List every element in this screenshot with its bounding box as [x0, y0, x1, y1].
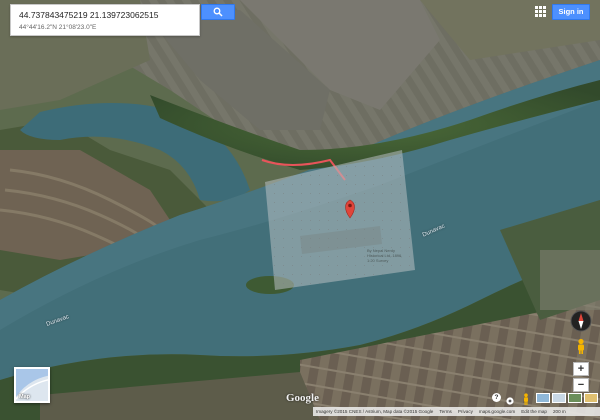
attribution-bar: Imagery ©2015 CNES / Astrium, Map data ©…: [313, 407, 600, 416]
settings-button[interactable]: [505, 393, 515, 405]
pegman-mini-button[interactable]: [522, 392, 530, 405]
apps-button[interactable]: [534, 5, 547, 18]
help-button[interactable]: ?: [492, 393, 501, 402]
imagery-thumbnail[interactable]: [584, 393, 598, 403]
search-icon: [213, 7, 223, 17]
imagery-thumbnail[interactable]: [536, 393, 550, 403]
edit-map-link[interactable]: Edit the map: [521, 409, 547, 414]
coordinates-subtitle: 44°44'16.2"N 21°08'23.0"E: [19, 24, 97, 31]
search-input[interactable]: [11, 5, 201, 21]
privacy-link[interactable]: Privacy: [458, 409, 473, 414]
apps-grid-icon: [535, 6, 546, 17]
imagery-thumbnail[interactable]: [552, 393, 566, 403]
pegman-icon: [578, 338, 584, 354]
compass-control[interactable]: [570, 310, 592, 332]
scale-label: 200 m: [552, 409, 566, 414]
zoom-in-button[interactable]: +: [573, 362, 589, 376]
pegman-mini-icon: [524, 393, 528, 405]
gear-icon: [506, 397, 514, 405]
zoom-out-button[interactable]: −: [573, 378, 589, 392]
maps-link[interactable]: maps.google.com: [479, 409, 515, 414]
imagery-thumbnail[interactable]: [568, 393, 582, 403]
google-logo[interactable]: Google: [286, 392, 319, 404]
imagery-attribution: Imagery ©2015 CNES / Astrium, Map data ©…: [316, 409, 434, 414]
street-view-pegman[interactable]: [574, 338, 588, 354]
compass-icon: [570, 310, 592, 332]
minimap-label: Map: [19, 394, 30, 400]
overlay-caption: By Nepal Nerdy Historical Ltd, 1896, 1:2…: [367, 248, 403, 263]
map-type-toggle[interactable]: Map: [14, 367, 50, 403]
search-box: 44°44'16.2"N 21°08'23.0"E: [10, 4, 201, 36]
satellite-map[interactable]: [0, 0, 600, 420]
terms-link[interactable]: Terms: [439, 409, 452, 414]
imagery-thumbnail-strip: [536, 393, 598, 403]
search-button[interactable]: [201, 4, 235, 20]
sign-in-button[interactable]: Sign in: [552, 4, 590, 20]
